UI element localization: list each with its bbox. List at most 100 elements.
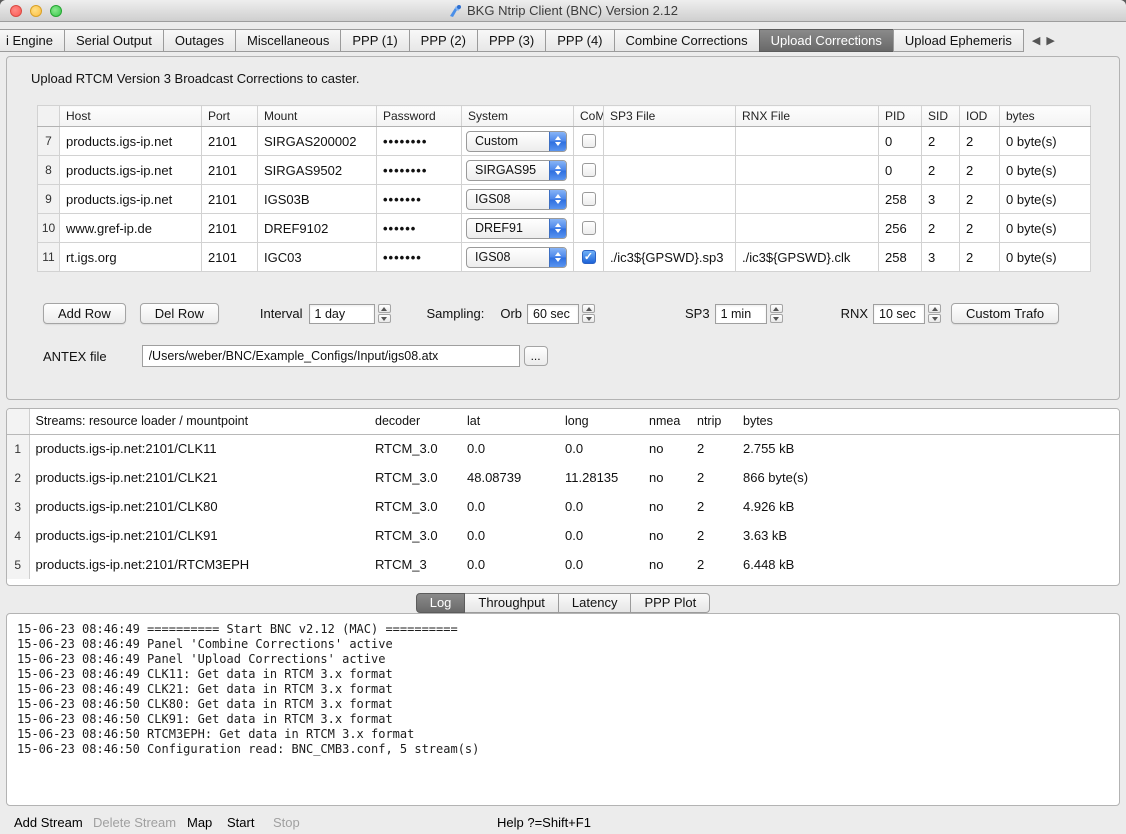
sp3-stepper-icon[interactable] — [770, 304, 783, 323]
del-row-button[interactable]: Del Row — [140, 303, 219, 324]
antex-browse-button[interactable]: ... — [524, 346, 548, 366]
com-checkbox[interactable] — [582, 250, 596, 264]
cell-sid[interactable]: 2 — [922, 156, 960, 185]
cell-password[interactable]: •••••••• — [377, 156, 462, 185]
stream-row[interactable]: 3 products.igs-ip.net:2101/CLK80 RTCM_3.… — [7, 492, 1119, 521]
stream-row[interactable]: 1 products.igs-ip.net:2101/CLK11 RTCM_3.… — [7, 434, 1119, 463]
cell-host[interactable]: products.igs-ip.net — [60, 127, 202, 156]
cell-pid[interactable]: 258 — [879, 243, 922, 272]
cell-rnx-file[interactable] — [736, 214, 879, 243]
cell-port[interactable]: 2101 — [202, 243, 258, 272]
tab-feed-engine[interactable]: i Engine — [0, 29, 64, 52]
start-button[interactable]: Start — [227, 815, 254, 830]
cell-port[interactable]: 2101 — [202, 185, 258, 214]
sp3-label: SP3 — [685, 306, 710, 321]
stream-row[interactable]: 4 products.igs-ip.net:2101/CLK91 RTCM_3.… — [7, 521, 1119, 550]
tab-scroll-right-icon[interactable]: ▶ — [1046, 34, 1054, 47]
cell-port[interactable]: 2101 — [202, 156, 258, 185]
map-button[interactable]: Map — [187, 815, 212, 830]
cell-pid[interactable]: 0 — [879, 127, 922, 156]
custom-trafo-button[interactable]: Custom Trafo — [951, 303, 1059, 324]
cell-sp3-file[interactable] — [604, 214, 736, 243]
sp3-spinner[interactable]: 1 min — [715, 304, 783, 324]
cell-mount[interactable]: SIRGAS9502 — [258, 156, 377, 185]
stream-row[interactable]: 5 products.igs-ip.net:2101/RTCM3EPH RTCM… — [7, 550, 1119, 579]
tab-ppp-plot[interactable]: PPP Plot — [631, 593, 710, 613]
cell-rnx-file[interactable] — [736, 156, 879, 185]
cell-iod[interactable]: 2 — [960, 214, 1000, 243]
cell-sid[interactable]: 2 — [922, 214, 960, 243]
cell-sp3-file[interactable] — [604, 127, 736, 156]
tab-combine-corrections[interactable]: Combine Corrections — [614, 29, 759, 52]
interval-combobox[interactable]: 1 day — [309, 304, 391, 324]
tab-log[interactable]: Log — [416, 593, 466, 613]
cell-rnx-file[interactable]: ./ic3${GPSWD}.clk — [736, 243, 879, 272]
cell-iod[interactable]: 2 — [960, 127, 1000, 156]
system-combobox[interactable]: DREF91 — [466, 218, 567, 239]
stream-row[interactable]: 2 products.igs-ip.net:2101/CLK21 RTCM_3.… — [7, 463, 1119, 492]
cell-port[interactable]: 2101 — [202, 214, 258, 243]
cell-password[interactable]: ••••••• — [377, 243, 462, 272]
cell-pid[interactable]: 258 — [879, 185, 922, 214]
com-checkbox[interactable] — [582, 134, 596, 148]
cell-sid[interactable]: 3 — [922, 185, 960, 214]
cell-pid[interactable]: 256 — [879, 214, 922, 243]
tab-ppp-2[interactable]: PPP (2) — [409, 29, 477, 52]
antex-file-input[interactable] — [142, 345, 520, 367]
tab-ppp-4[interactable]: PPP (4) — [545, 29, 613, 52]
interval-stepper-icon[interactable] — [378, 304, 391, 323]
cell-pid[interactable]: 0 — [879, 156, 922, 185]
system-combobox[interactable]: IGS08 — [466, 247, 567, 268]
tab-serial-output[interactable]: Serial Output — [64, 29, 163, 52]
cell-sp3-file[interactable] — [604, 185, 736, 214]
cell-sp3-file[interactable]: ./ic3${GPSWD}.sp3 — [604, 243, 736, 272]
cell-mount[interactable]: SIRGAS200002 — [258, 127, 377, 156]
close-button[interactable] — [10, 5, 22, 17]
cell-iod[interactable]: 2 — [960, 243, 1000, 272]
cell-password[interactable]: •••••••• — [377, 127, 462, 156]
tab-scroll-left-icon[interactable]: ◀ — [1032, 34, 1040, 47]
cell-mount[interactable]: DREF9102 — [258, 214, 377, 243]
tab-upload-ephemeris[interactable]: Upload Ephemeris — [893, 29, 1024, 52]
rnx-stepper-icon[interactable] — [928, 304, 941, 323]
cell-iod[interactable]: 2 — [960, 156, 1000, 185]
com-checkbox[interactable] — [582, 163, 596, 177]
com-checkbox[interactable] — [582, 221, 596, 235]
add-row-button[interactable]: Add Row — [43, 303, 126, 324]
cell-sid[interactable]: 2 — [922, 127, 960, 156]
cell-port[interactable]: 2101 — [202, 127, 258, 156]
minimize-button[interactable] — [30, 5, 42, 17]
add-stream-button[interactable]: Add Stream — [14, 815, 83, 830]
rnx-spinner[interactable]: 10 sec — [873, 304, 941, 324]
zoom-button[interactable] — [50, 5, 62, 17]
tab-miscellaneous[interactable]: Miscellaneous — [235, 29, 340, 52]
tab-ppp-1[interactable]: PPP (1) — [340, 29, 408, 52]
cell-host[interactable]: rt.igs.org — [60, 243, 202, 272]
cell-host[interactable]: products.igs-ip.net — [60, 156, 202, 185]
system-combobox[interactable]: Custom — [466, 131, 567, 152]
orb-spinner[interactable]: 60 sec — [527, 304, 595, 324]
system-combobox[interactable]: IGS08 — [466, 189, 567, 210]
system-combobox[interactable]: SIRGAS95 — [466, 160, 567, 181]
delete-stream-button[interactable]: Delete Stream — [93, 815, 176, 830]
cell-password[interactable]: •••••• — [377, 214, 462, 243]
cell-rnx-file[interactable] — [736, 185, 879, 214]
cell-mount[interactable]: IGS03B — [258, 185, 377, 214]
log-panel[interactable]: 15-06-23 08:46:49 ========== Start BNC v… — [6, 613, 1120, 806]
cell-mount[interactable]: IGC03 — [258, 243, 377, 272]
stop-button[interactable]: Stop — [273, 815, 300, 830]
cell-host[interactable]: www.gref-ip.de — [60, 214, 202, 243]
orb-stepper-icon[interactable] — [582, 304, 595, 323]
tab-upload-corrections[interactable]: Upload Corrections — [759, 29, 893, 52]
cell-host[interactable]: products.igs-ip.net — [60, 185, 202, 214]
cell-rnx-file[interactable] — [736, 127, 879, 156]
com-checkbox[interactable] — [582, 192, 596, 206]
cell-iod[interactable]: 2 — [960, 185, 1000, 214]
cell-sid[interactable]: 3 — [922, 243, 960, 272]
cell-sp3-file[interactable] — [604, 156, 736, 185]
tab-latency[interactable]: Latency — [559, 593, 632, 613]
cell-password[interactable]: ••••••• — [377, 185, 462, 214]
tab-ppp-3[interactable]: PPP (3) — [477, 29, 545, 52]
tab-throughput[interactable]: Throughput — [465, 593, 559, 613]
tab-outages[interactable]: Outages — [163, 29, 235, 52]
